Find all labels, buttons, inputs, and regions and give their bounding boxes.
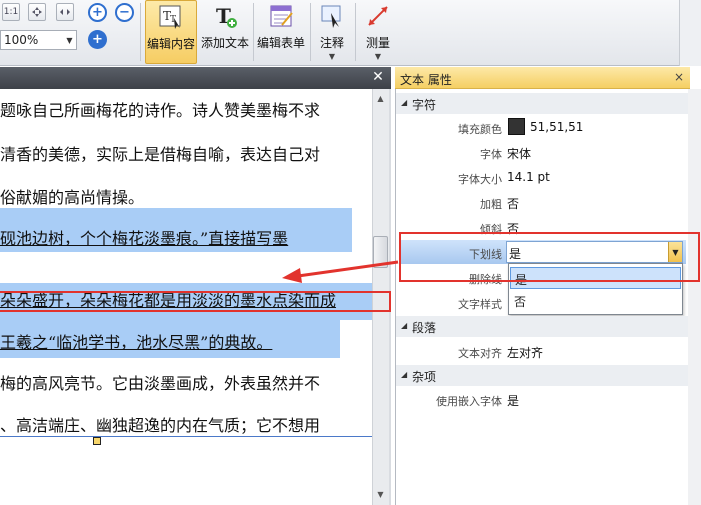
font-value[interactable]: 宋体 bbox=[507, 145, 531, 162]
category-label: 杂项 bbox=[412, 370, 437, 384]
collapse-icon[interactable]: ◢ bbox=[401, 98, 407, 107]
category-misc[interactable]: ◢ 杂项 bbox=[396, 365, 688, 386]
font-label: 字体 bbox=[480, 148, 502, 161]
edit-content-label: 编辑内容 bbox=[146, 37, 195, 51]
panel-scrollbar[interactable] bbox=[688, 89, 701, 505]
chevron-down-icon[interactable]: ▼ bbox=[375, 52, 381, 61]
edit-form-button[interactable]: 编辑表单 bbox=[255, 0, 307, 64]
category-label: 段落 bbox=[412, 321, 437, 335]
text-align-label: 文本对齐 bbox=[458, 347, 502, 360]
add-text-button[interactable]: T 添加文本 bbox=[199, 0, 251, 64]
embed-font-value[interactable]: 是 bbox=[507, 392, 519, 409]
zoom-in-icon[interactable]: + bbox=[88, 3, 107, 22]
chevron-down-icon[interactable]: ▼ bbox=[63, 31, 76, 49]
fit-width-icon[interactable] bbox=[56, 3, 74, 21]
font-size-value[interactable]: 14.1 pt bbox=[507, 170, 550, 184]
document-line[interactable]: 俗献媚的高尚情操。 bbox=[0, 186, 372, 210]
measure-icon bbox=[363, 2, 393, 30]
edit-content-button[interactable]: TT 编辑内容 bbox=[145, 0, 197, 64]
edit-content-icon: TT bbox=[156, 3, 186, 31]
text-align-value[interactable]: 左对齐 bbox=[507, 344, 543, 361]
annotation-button[interactable]: 注释 ▼ bbox=[314, 0, 350, 64]
document-line[interactable]: 梅的高风亮节。它由淡墨画成，外表虽然并不 bbox=[0, 372, 372, 396]
bold-value[interactable]: 否 bbox=[507, 195, 519, 212]
add-text-label: 添加文本 bbox=[200, 36, 249, 50]
document-line[interactable]: 砚池边树，个个梅花淡墨痕。”直接描写墨 bbox=[0, 227, 372, 251]
document-line[interactable]: 、高洁端庄、幽独超逸的内在气质；它不想用 bbox=[0, 414, 372, 438]
category-character[interactable]: ◢ 字符 bbox=[396, 93, 688, 114]
measure-button[interactable]: 测量 ▼ bbox=[360, 0, 396, 64]
add-text-icon: T bbox=[210, 2, 240, 30]
annotation-highlight-box bbox=[0, 291, 391, 312]
fill-color-value[interactable]: 51,51,51 bbox=[530, 120, 583, 134]
annotation-label: 注释 bbox=[319, 36, 344, 50]
scroll-down-icon[interactable]: ▼ bbox=[373, 488, 388, 502]
text-box-border bbox=[0, 436, 372, 437]
actual-size-button[interactable]: 1:1 bbox=[2, 3, 20, 21]
document-header bbox=[0, 67, 391, 89]
toolbar-separator bbox=[355, 3, 356, 61]
fill-color-label: 填充颜色 bbox=[458, 123, 502, 136]
close-icon[interactable]: × bbox=[674, 70, 684, 84]
toolbar-separator bbox=[140, 3, 141, 61]
text-style-label: 文字样式 bbox=[458, 298, 502, 311]
dropdown-option-no[interactable]: 否 bbox=[510, 290, 681, 312]
scroll-up-icon[interactable]: ▲ bbox=[373, 92, 388, 106]
collapse-icon[interactable]: ◢ bbox=[401, 370, 407, 379]
panel-title: 文本 属性 bbox=[395, 67, 690, 89]
edit-form-icon bbox=[266, 2, 296, 30]
zoom-plus-icon[interactable]: + bbox=[88, 30, 107, 49]
collapse-icon[interactable]: ◢ bbox=[401, 321, 407, 330]
embed-font-label: 使用嵌入字体 bbox=[436, 395, 502, 408]
toolbar-overflow bbox=[679, 0, 701, 66]
chevron-down-icon[interactable]: ▼ bbox=[329, 52, 335, 61]
bold-label: 加粗 bbox=[480, 198, 502, 211]
measure-label: 测量 bbox=[365, 36, 390, 50]
toolbar-separator bbox=[253, 3, 254, 61]
annotation-highlight-box bbox=[399, 232, 700, 282]
document-line[interactable]: 题咏自己所画梅花的诗作。诗人赞美墨梅不求 bbox=[0, 99, 372, 123]
fit-page-icon[interactable] bbox=[28, 3, 46, 21]
font-size-label: 字体大小 bbox=[458, 173, 502, 186]
document-line[interactable]: 王羲之“临池学书，池水尽黑”的典故。 bbox=[0, 331, 372, 355]
category-label: 字符 bbox=[412, 98, 437, 112]
zoom-out-icon[interactable]: − bbox=[115, 3, 134, 22]
resize-handle[interactable] bbox=[93, 437, 101, 445]
annotation-arrow-icon bbox=[282, 260, 399, 283]
toolbar-separator bbox=[310, 3, 311, 61]
document-line[interactable]: 清香的美德，实际上是借梅自喻，表达自己对 bbox=[0, 143, 372, 167]
annotation-icon bbox=[317, 2, 347, 30]
edit-form-label: 编辑表单 bbox=[256, 36, 305, 50]
close-icon[interactable]: ✕ bbox=[371, 70, 385, 84]
color-swatch[interactable] bbox=[508, 118, 525, 135]
category-paragraph[interactable]: ◢ 段落 bbox=[396, 316, 688, 337]
